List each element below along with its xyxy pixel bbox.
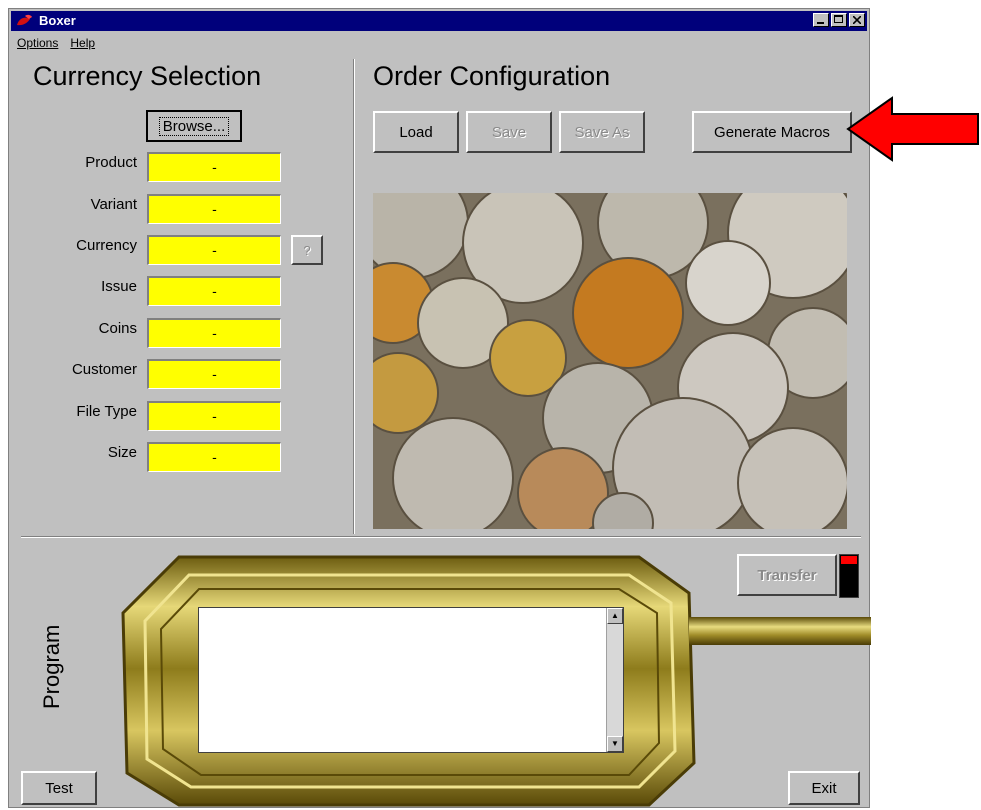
program-output-area[interactable]: ▲ ▼ xyxy=(198,607,624,753)
coins-field[interactable]: - xyxy=(147,318,281,348)
field-label-variant: Variant xyxy=(90,196,137,213)
status-light xyxy=(841,556,857,564)
field-label-size: Size xyxy=(107,444,137,461)
title-bar: Boxer xyxy=(11,11,867,31)
coins-image xyxy=(373,193,847,529)
red-arrow-icon xyxy=(846,96,979,162)
menu-bar: Options Help xyxy=(11,33,95,53)
field-label-product: Product xyxy=(85,154,137,171)
maximize-icon xyxy=(834,15,843,23)
boxer-window: Boxer Options Help Currency Selection Br… xyxy=(8,8,871,808)
currency-selection-heading: Currency Selection xyxy=(33,61,262,91)
load-button[interactable]: Load xyxy=(373,111,459,153)
close-icon xyxy=(853,16,861,24)
scroll-down-icon[interactable]: ▼ xyxy=(607,736,623,752)
minimize-icon xyxy=(817,22,824,24)
menu-options[interactable]: Options xyxy=(17,33,58,53)
save-as-button[interactable]: Save As xyxy=(559,111,645,153)
maximize-button[interactable] xyxy=(831,13,847,27)
field-label-coins: Coins xyxy=(98,320,137,337)
file-type-field[interactable]: - xyxy=(147,401,281,431)
field-label-currency: Currency xyxy=(76,237,137,254)
variant-field[interactable]: - xyxy=(147,194,281,224)
field-label-file-type: File Type xyxy=(76,403,137,420)
vertical-scrollbar[interactable]: ▲ ▼ xyxy=(606,608,623,752)
vertical-divider xyxy=(353,59,355,534)
field-label-issue: Issue xyxy=(101,278,137,295)
currency-help-button[interactable]: ? xyxy=(291,235,323,265)
exit-button[interactable]: Exit xyxy=(788,771,860,805)
transfer-button[interactable]: Transfer xyxy=(737,554,837,596)
transfer-status-indicator xyxy=(839,554,859,598)
boxer-app-icon xyxy=(17,14,32,26)
minimize-button[interactable] xyxy=(813,13,829,27)
size-field[interactable]: - xyxy=(147,442,281,472)
scroll-up-icon[interactable]: ▲ xyxy=(607,608,623,624)
currency-field[interactable]: - xyxy=(147,235,281,265)
save-button[interactable]: Save xyxy=(466,111,552,153)
horizontal-divider xyxy=(21,536,861,538)
menu-help[interactable]: Help xyxy=(70,33,95,53)
programmer-cable xyxy=(689,617,871,645)
customer-field[interactable]: - xyxy=(147,359,281,389)
program-label: Program xyxy=(39,624,64,709)
close-button[interactable] xyxy=(849,13,865,27)
browse-button[interactable]: Browse... xyxy=(146,110,242,142)
issue-field[interactable]: - xyxy=(147,276,281,306)
field-label-customer: Customer xyxy=(71,361,137,378)
product-field[interactable]: - xyxy=(147,152,281,182)
order-configuration-heading: Order Configuration xyxy=(373,61,611,91)
test-button[interactable]: Test xyxy=(21,771,97,805)
window-title: Boxer xyxy=(39,13,76,28)
generate-macros-button[interactable]: Generate Macros xyxy=(692,111,852,153)
